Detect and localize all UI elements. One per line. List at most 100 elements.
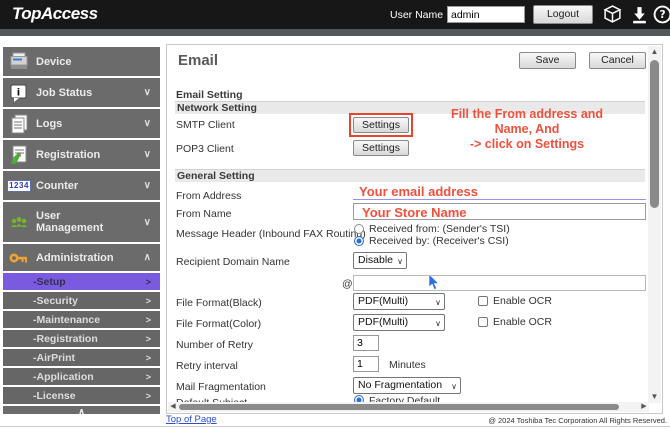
top-of-page-link[interactable]: Top of Page	[166, 414, 217, 425]
sidebar-subitem-setup[interactable]: -Setup >	[3, 273, 160, 290]
counter-1234-icon: 1234	[7, 179, 31, 192]
chevron-down-icon: ∨	[143, 180, 151, 191]
chevron-down-icon: ∨	[143, 118, 151, 129]
number-of-retry-label: Number of Retry	[176, 339, 254, 351]
footer: Top of Page @ 2024 Toshiba Tec Corporati…	[0, 414, 670, 427]
sidebar-subitem-registration[interactable]: -Registration >	[3, 330, 160, 347]
document-icon	[9, 114, 29, 134]
number-of-retry-input[interactable]	[353, 335, 379, 351]
info-page-icon: i	[9, 83, 29, 103]
pop3-client-label: POP3 Client	[176, 143, 234, 155]
from-address-input[interactable]: Your email address	[353, 183, 646, 200]
sidebar-item-device[interactable]: Device	[3, 47, 160, 76]
retry-interval-input[interactable]	[353, 356, 379, 372]
chevron-down-icon: ∨	[435, 319, 441, 328]
copyright-text: @ 2024 Toshiba Tec Corporation All Right…	[488, 416, 667, 425]
from-name-annotation: Your Store Name	[362, 205, 467, 220]
domain-name-input[interactable]	[353, 275, 646, 291]
sidebar-item-administration[interactable]: Administration ∧	[3, 244, 160, 271]
smtp-settings-button[interactable]: Settings	[353, 117, 409, 133]
page-title: Email	[178, 52, 219, 69]
cube-icon[interactable]	[603, 5, 622, 24]
sidebar-subitem-license[interactable]: -License >	[3, 387, 160, 404]
mail-fragmentation-label: Mail Fragmentation	[176, 381, 266, 393]
sidebar-item-label: Device	[36, 55, 72, 68]
chevron-up-icon: ∧	[143, 252, 151, 263]
chevron-right-icon: >	[145, 371, 151, 382]
sidebar-subitem-airprint[interactable]: -AirPrint >	[3, 349, 160, 366]
pop3-settings-button[interactable]: Settings	[353, 140, 409, 156]
sidebar-item-label: Counter	[36, 179, 79, 192]
vertical-scrollbar[interactable]: ▲ ▼	[648, 46, 661, 403]
subitem-label: -Application	[33, 370, 94, 383]
scroll-right-icon[interactable]: ▶	[639, 402, 649, 412]
chevron-down-icon: ∨	[435, 298, 441, 307]
user-name-label: User Name	[390, 9, 444, 21]
subitem-label: -Registration	[33, 332, 98, 345]
svg-text:?: ?	[659, 9, 665, 21]
chevron-right-icon: >	[145, 333, 151, 344]
annotation-text: Fill the From address and Name, And -> c…	[450, 107, 604, 151]
enable-ocr-black-checkbox[interactable]	[478, 296, 488, 306]
from-name-label: From Name	[176, 208, 232, 220]
cancel-button[interactable]: Cancel	[589, 52, 646, 69]
topaccess-logo: TopAccess	[12, 4, 98, 23]
sidebar-item-registration[interactable]: Registration ∨	[3, 140, 160, 169]
document-pencil-icon	[9, 145, 29, 165]
subitem-label: -Maintenance	[33, 313, 101, 326]
enable-ocr-color-checkbox[interactable]	[478, 317, 488, 327]
recipient-domain-value: Disable	[358, 254, 394, 266]
sidebar-item-logs[interactable]: Logs ∨	[3, 109, 160, 138]
subitem-label: -AirPrint	[33, 351, 75, 364]
download-icon[interactable]	[630, 5, 649, 24]
save-button[interactable]: Save	[519, 52, 576, 69]
scroll-left-icon[interactable]: ◀	[168, 402, 178, 412]
help-icon[interactable]: ?	[653, 5, 670, 24]
from-name-input[interactable]: Your Store Name	[353, 203, 646, 220]
horizontal-scroll-thumb[interactable]	[179, 404, 619, 410]
radio-received-by[interactable]	[354, 236, 364, 246]
chevron-down-icon: ∨	[397, 257, 403, 266]
smtp-client-label: SMTP Client	[176, 119, 235, 131]
subitem-label: -License	[33, 389, 76, 402]
retry-interval-unit: Minutes	[389, 359, 426, 371]
logout-button[interactable]: Logout	[533, 5, 593, 24]
retry-interval-label: Retry interval	[176, 360, 238, 372]
sidebar-item-user-management[interactable]: User Management ∨	[3, 202, 160, 242]
file-format-color-value: PDF(Multi)	[358, 316, 409, 328]
file-format-color-select[interactable]: PDF(Multi) ∨	[353, 314, 445, 331]
sidebar-item-job-status[interactable]: i Job Status ∨	[3, 78, 160, 107]
sidebar-subitem-application[interactable]: -Application >	[3, 368, 160, 385]
chevron-down-icon: ∨	[143, 87, 151, 98]
recipient-domain-select[interactable]: Disable ∨	[353, 252, 407, 269]
people-icon	[9, 212, 29, 232]
printer-icon	[9, 52, 29, 72]
chevron-right-icon: >	[145, 295, 151, 306]
radio-received-from-label: Received from: (Sender's TSI)	[369, 223, 510, 235]
sidebar-item-label: Administration	[36, 251, 114, 264]
scroll-up-icon[interactable]: ▲	[648, 46, 661, 58]
vertical-scroll-thumb[interactable]	[650, 60, 659, 208]
subitem-label: -Setup	[33, 275, 66, 288]
email-settings-panel: Email Save Cancel Email Setting Network …	[166, 44, 663, 414]
chevron-right-icon: >	[145, 276, 151, 287]
user-name-input[interactable]	[447, 6, 525, 23]
chevron-down-icon: ∨	[451, 382, 457, 391]
sidebar-item-counter[interactable]: 1234 Counter ∨	[3, 171, 160, 200]
mail-fragmentation-select[interactable]: No Fragmentation ∨	[353, 377, 461, 394]
topbar-bottom-strip	[0, 29, 670, 36]
sidebar-item-label: Job Status	[36, 86, 93, 99]
sidebar-item-label: Logs	[36, 117, 63, 130]
horizontal-scrollbar[interactable]: ◀ ▶	[168, 402, 649, 412]
sidebar-subitem-security[interactable]: -Security >	[3, 292, 160, 309]
annotation-highlight-box: Settings	[349, 113, 413, 137]
sidebar-item-label: Registration	[36, 148, 101, 161]
key-icon	[9, 248, 29, 268]
enable-ocr-color-label: Enable OCR	[493, 316, 552, 328]
scroll-down-icon[interactable]: ▼	[648, 391, 661, 403]
chevron-down-icon: ∨	[143, 216, 151, 228]
chevron-down-icon: ∨	[143, 149, 151, 160]
radio-received-by-label: Received by: (Receiver's CSI)	[369, 235, 509, 247]
radio-received-from[interactable]	[354, 224, 364, 234]
sidebar-subitem-maintenance[interactable]: -Maintenance >	[3, 311, 160, 328]
